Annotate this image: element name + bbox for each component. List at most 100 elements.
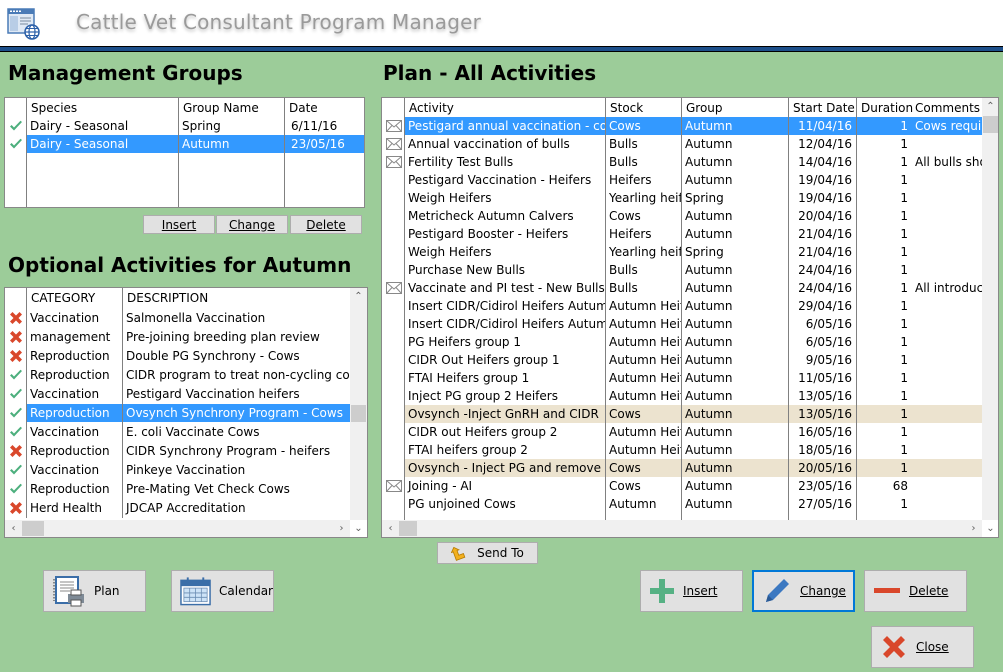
table-row[interactable]: FTAI heifers group 2 Autumn Heife Autumn 18… bbox=[382, 441, 982, 459]
column-header-comments[interactable]: Comments bbox=[912, 99, 982, 117]
scroll-right-arrow[interactable]: › bbox=[965, 520, 982, 537]
scroll-left-arrow[interactable]: ‹ bbox=[5, 520, 22, 537]
list-item[interactable]: Vaccination E. coli Vaccinate Cows bbox=[5, 423, 350, 441]
table-row[interactable]: PG unjoined Cows Autumn Autumn 27/05/16 1 bbox=[382, 495, 982, 513]
cell-activity: FTAI Heifers group 1 bbox=[408, 371, 530, 385]
horizontal-scrollbar[interactable]: ‹ › bbox=[382, 520, 982, 537]
table-row[interactable]: Pestigard Vaccination - Heifers Heifers Au… bbox=[382, 171, 982, 189]
group-change-label: Change bbox=[229, 217, 275, 232]
scroll-up-arrow[interactable]: ⌃ bbox=[350, 288, 367, 305]
cell-start-date: 21/04/16 bbox=[798, 245, 852, 259]
group-insert-button[interactable]: Insert bbox=[143, 215, 215, 234]
cell-duration: 1 bbox=[857, 405, 912, 423]
table-row[interactable]: CIDR Out Heifers group 1 Autumn Heife Autu… bbox=[382, 351, 982, 369]
plan-activities-grid[interactable]: Activity Stock Group Start Date Duration… bbox=[381, 97, 999, 538]
horizontal-scrollbar[interactable]: ‹ › bbox=[5, 520, 350, 537]
cross-icon bbox=[6, 499, 26, 517]
column-header-start-date[interactable]: Start Date bbox=[790, 99, 856, 117]
group-delete-button[interactable]: Delete bbox=[290, 215, 362, 234]
close-button[interactable]: Close bbox=[871, 626, 974, 668]
table-row[interactable]: Dairy - Seasonal Spring 6/11/16 bbox=[5, 117, 364, 135]
activity-change-button[interactable]: Change bbox=[752, 570, 855, 612]
management-groups-grid[interactable]: Species Group Name Date Dairy - Seasonal… bbox=[4, 97, 365, 208]
list-item[interactable]: Reproduction CIDR Synchrony Program - hei… bbox=[5, 442, 350, 460]
column-header-date[interactable]: Date bbox=[286, 99, 364, 117]
list-item[interactable]: Vaccination Pinkeye Vaccination bbox=[5, 461, 350, 479]
calendar-button[interactable]: Calendar bbox=[171, 570, 274, 612]
table-row[interactable]: Insert CIDR/Cidirol Heifers Autumn g Autu… bbox=[382, 315, 982, 333]
scroll-up-arrow[interactable]: ⌃ bbox=[982, 98, 998, 115]
scroll-thumb[interactable] bbox=[22, 521, 44, 536]
check-icon bbox=[6, 385, 26, 403]
column-header-description[interactable]: DESCRIPTION bbox=[124, 289, 350, 307]
table-row[interactable]: FTAI Heifers group 1Autumn HeifeAutumn11… bbox=[382, 369, 982, 387]
table-row[interactable]: Pestigard Booster - Heifers Heifers Autumn… bbox=[382, 225, 982, 243]
cell-group: Autumn bbox=[682, 405, 788, 423]
plan-report-button[interactable]: Plan bbox=[43, 570, 146, 612]
vertical-scrollbar[interactable]: ⌃ bbox=[982, 98, 998, 520]
cell-start-date: 27/05/16 bbox=[798, 497, 852, 511]
list-item[interactable]: Reproduction Double PG Synchrony - Cows bbox=[5, 347, 350, 365]
vertical-scrollbar[interactable]: ⌃ bbox=[350, 288, 367, 520]
column-header-duration[interactable]: Duration bbox=[858, 99, 913, 117]
table-row[interactable]: CIDR out Heifers group 2 Autumn Heife Autu… bbox=[382, 423, 982, 441]
table-row[interactable]: Fertility Test Bulls Bulls Autumn 14/04/16 1… bbox=[382, 153, 982, 171]
cell-comments bbox=[912, 387, 982, 405]
cell-start-date: 11/04/16 bbox=[789, 117, 856, 135]
scroll-right-arrow[interactable]: › bbox=[333, 520, 350, 537]
list-item[interactable]: Reproduction CIDR program to treat non-cy… bbox=[5, 366, 350, 384]
table-row[interactable]: Metricheck Autumn Calvers Cows Autumn 20/04… bbox=[382, 207, 982, 225]
column-header-species[interactable]: Species bbox=[28, 99, 178, 117]
cell-group: Autumn bbox=[685, 425, 733, 439]
scroll-thumb[interactable] bbox=[399, 521, 417, 536]
table-row[interactable]: Annual vaccination of bulls Bulls Autumn 12… bbox=[382, 135, 982, 153]
column-header-stock[interactable]: Stock bbox=[607, 99, 681, 117]
list-item[interactable]: management Pre-joining breeding plan revi… bbox=[5, 328, 350, 346]
change-label: Change bbox=[800, 584, 846, 598]
cell-comments bbox=[912, 351, 982, 369]
list-item[interactable]: Reproduction Ovsynch Synchrony Program - … bbox=[5, 404, 350, 422]
cell-comments bbox=[912, 369, 982, 387]
table-row[interactable]: Weigh Heifers Yearling heife Spring 21/04/1… bbox=[382, 243, 982, 261]
table-row[interactable]: Dairy - Seasonal Autumn 23/05/16 bbox=[5, 135, 364, 153]
activity-delete-button[interactable]: Delete bbox=[864, 570, 967, 612]
cell-category: Reproduction bbox=[27, 404, 122, 422]
table-row[interactable]: Ovsynch -Inject GnRH and CIDR Cows Autumn 1… bbox=[382, 405, 982, 423]
send-arrow-icon bbox=[451, 546, 466, 561]
send-to-button[interactable]: Send To bbox=[437, 542, 538, 564]
column-header-category[interactable]: CATEGORY bbox=[28, 289, 122, 307]
cell-activity: PG unjoined Cows bbox=[408, 497, 516, 511]
cell-stock: Heifers bbox=[609, 173, 652, 187]
column-header-group[interactable]: Group bbox=[683, 99, 788, 117]
scroll-thumb[interactable] bbox=[351, 405, 366, 422]
table-row[interactable]: Weigh Heifers Yearling heife Spring 19/04/1… bbox=[382, 189, 982, 207]
cell-stock: Heifers bbox=[609, 227, 652, 241]
cell-start-date: 24/04/16 bbox=[798, 263, 852, 277]
optional-activities-grid[interactable]: CATEGORY DESCRIPTION Vaccination Salmonel… bbox=[4, 287, 368, 538]
scroll-thumb[interactable] bbox=[983, 116, 998, 133]
table-row[interactable]: Insert CIDR/Cidirol Heifers Autumn g Autu… bbox=[382, 297, 982, 315]
cell-start-date: 13/05/16 bbox=[789, 405, 856, 423]
column-header-activity[interactable]: Activity bbox=[406, 99, 605, 117]
column-header-group-name[interactable]: Group Name bbox=[180, 99, 284, 117]
cell-duration: 1 bbox=[900, 425, 908, 439]
table-row[interactable]: Pestigard annual vaccination - cows Cows A… bbox=[382, 117, 982, 135]
scroll-down-arrow[interactable]: ⌄ bbox=[982, 520, 998, 537]
activity-insert-button[interactable]: Insert bbox=[640, 570, 743, 612]
table-row[interactable]: Joining - AI Cows Autumn 23/05/16 68 bbox=[382, 477, 982, 495]
group-change-button[interactable]: Change bbox=[216, 215, 288, 234]
scroll-down-arrow[interactable]: ⌄ bbox=[350, 520, 367, 537]
list-item[interactable]: Herd Health JDCAP Accreditation bbox=[5, 499, 350, 517]
list-item[interactable]: Vaccination Salmonella Vaccination bbox=[5, 309, 350, 327]
table-row[interactable]: Ovsynch - Inject PG and remove CII Cows Au… bbox=[382, 459, 982, 477]
list-item[interactable]: Reproduction Pre-Mating Vet Check Cows bbox=[5, 480, 350, 498]
cell-activity: Pestigard Booster - Heifers bbox=[408, 227, 569, 241]
scroll-left-arrow[interactable]: ‹ bbox=[382, 520, 399, 537]
cell-duration: 1 bbox=[900, 173, 908, 187]
table-row[interactable]: PG Heifers group 1 Autumn Heife Autumn 6/05… bbox=[382, 333, 982, 351]
list-item[interactable]: Vaccination Pestigard Vaccination heifers bbox=[5, 385, 350, 403]
cell-start-date: 14/04/16 bbox=[798, 155, 852, 169]
table-row[interactable]: Inject PG group 2 Heifers Autumn Heife Aut… bbox=[382, 387, 982, 405]
table-row[interactable]: Vaccinate and PI test - New Bulls Bulls Au… bbox=[382, 279, 982, 297]
table-row[interactable]: Purchase New Bulls Bulls Autumn 24/04/16 1 bbox=[382, 261, 982, 279]
